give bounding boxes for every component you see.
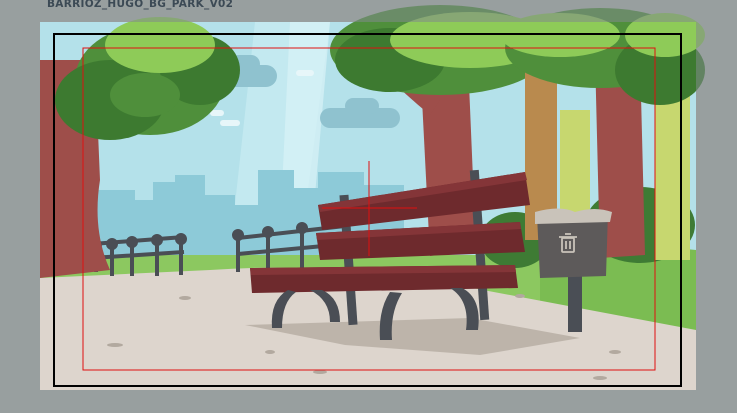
viewer-frame: BARRIOZ_HUGO_BG_PARK_V02 bbox=[0, 0, 737, 413]
background-artwork bbox=[0, 0, 737, 413]
file-name-label: BARRIOZ_HUGO_BG_PARK_V02 bbox=[47, 0, 234, 10]
artwork-canvas bbox=[40, 5, 705, 390]
